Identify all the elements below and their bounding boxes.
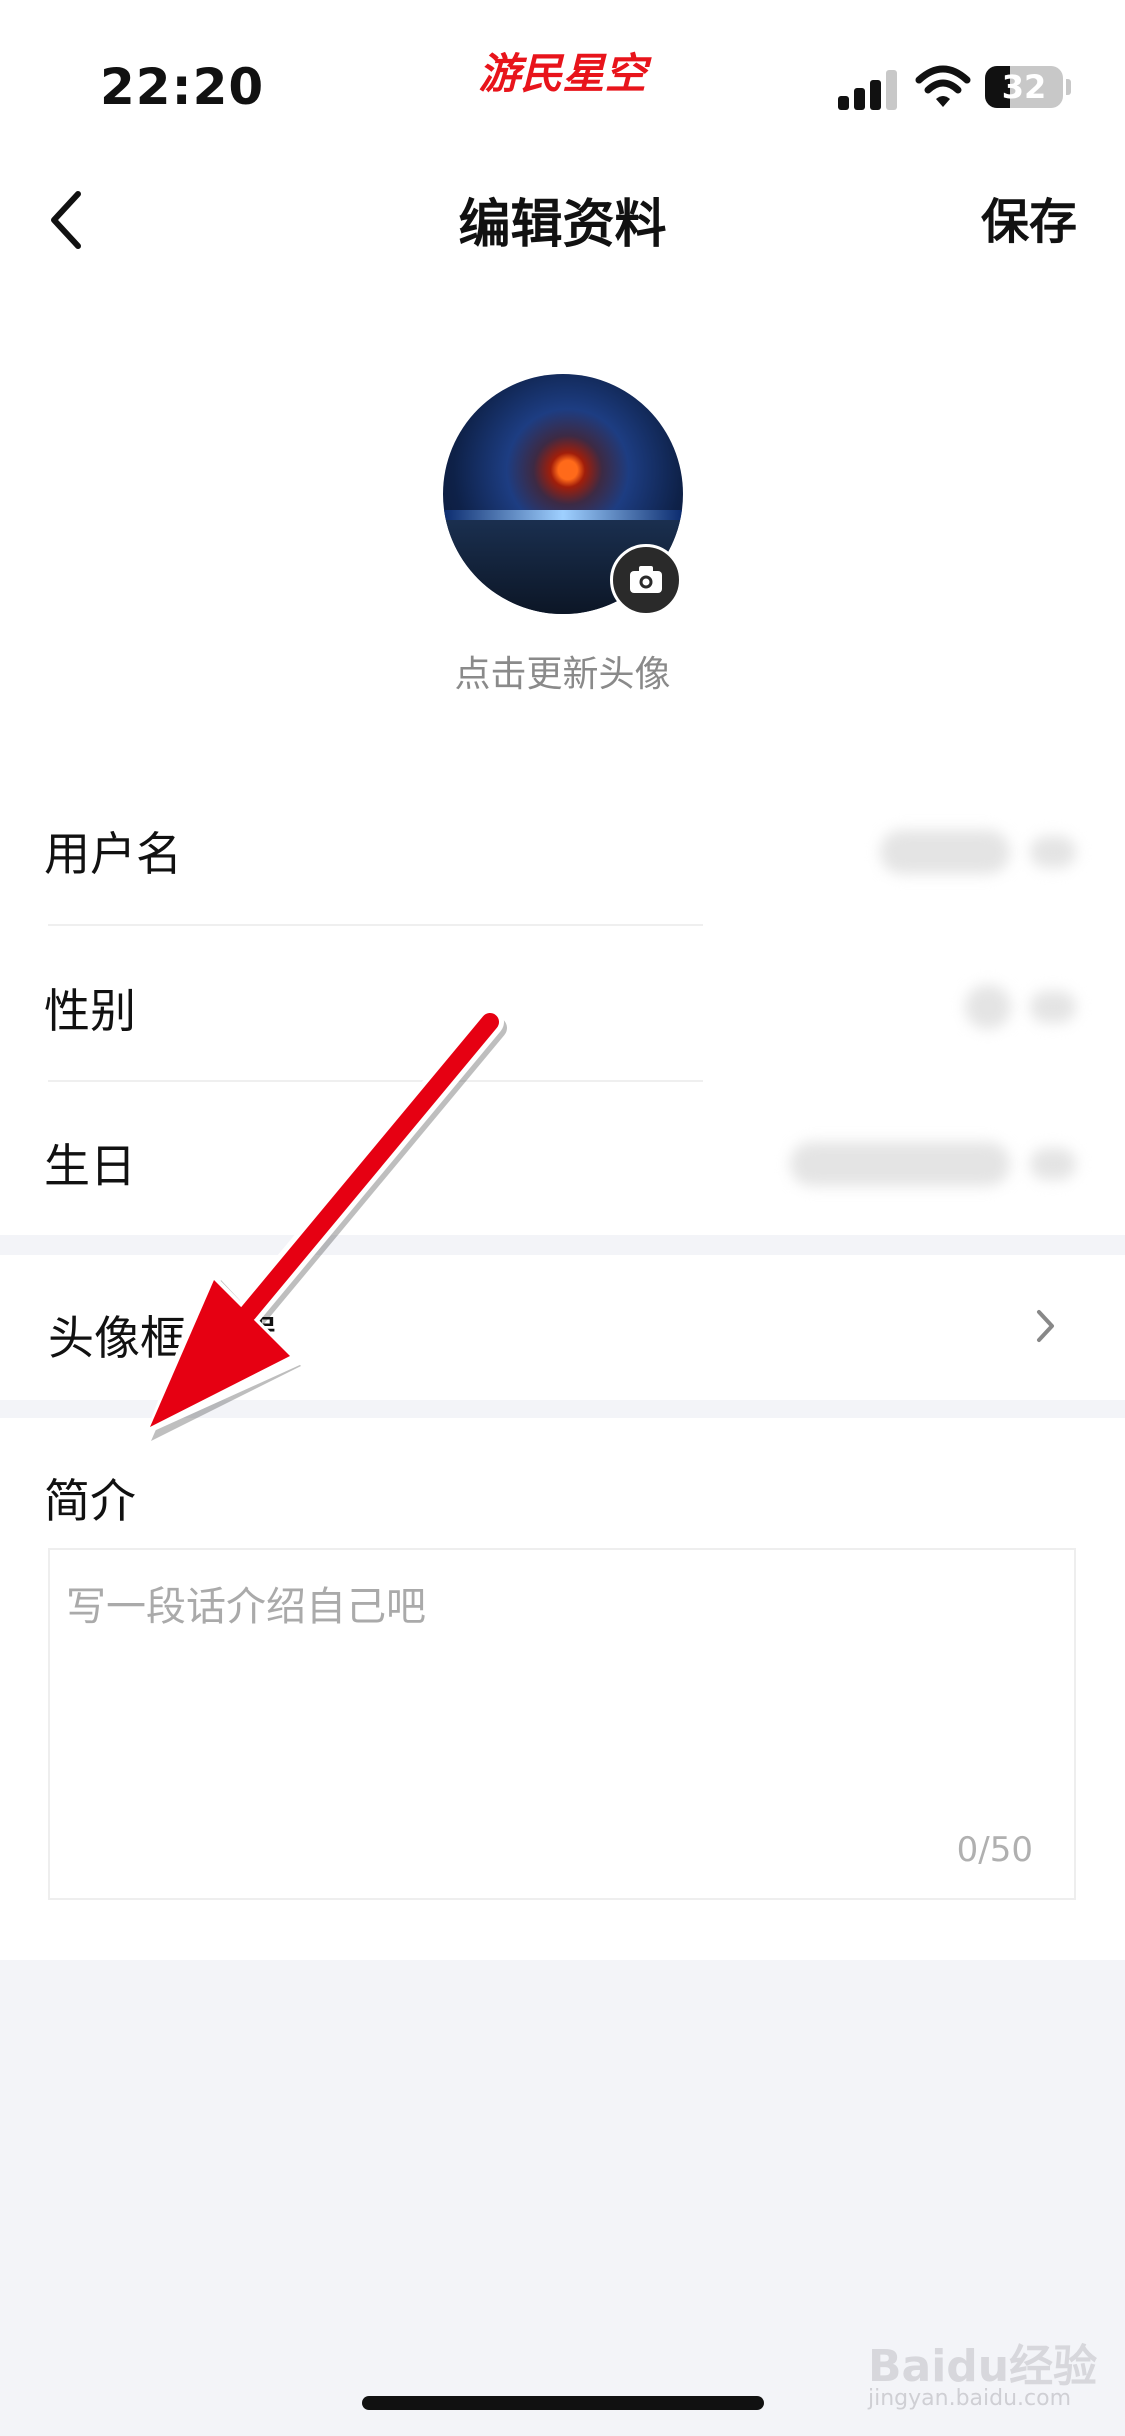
- wifi-icon: [915, 65, 971, 107]
- intro-input[interactable]: [48, 1548, 1076, 1900]
- intro-title: 简介: [44, 1474, 136, 1528]
- camera-icon[interactable]: [610, 544, 682, 616]
- cellular-signal-icon: [838, 70, 900, 110]
- divider: [48, 1080, 703, 1082]
- chevron-right-icon[interactable]: [1030, 1148, 1076, 1180]
- birthday-label[interactable]: 生日: [44, 1130, 136, 1196]
- watermark: Baidu经验: [868, 2341, 1098, 2392]
- char-counter: 0/50: [956, 1830, 1033, 1870]
- gender-value[interactable]: [965, 985, 1011, 1029]
- divider: [48, 924, 703, 926]
- avatar-caption[interactable]: 点击更新头像: [0, 645, 1125, 697]
- save-button[interactable]: 保存: [981, 182, 1077, 252]
- section-gap: [0, 1235, 1125, 1255]
- page-title: 编辑资料: [458, 195, 667, 255]
- battery-tip: [1066, 79, 1071, 95]
- watermark-url: jingyan.baidu.com: [868, 2386, 1072, 2411]
- battery-icon: 32: [985, 66, 1063, 108]
- username-value[interactable]: [880, 830, 1010, 874]
- chevron-right-icon[interactable]: [1030, 991, 1076, 1023]
- gender-label[interactable]: 性别: [44, 975, 136, 1041]
- home-indicator[interactable]: [362, 2396, 764, 2410]
- section-gap: [0, 1400, 1125, 1418]
- birthday-value[interactable]: [790, 1142, 1010, 1186]
- chevron-right-icon[interactable]: [1030, 836, 1076, 868]
- avatar-frame-setting[interactable]: 头像框设置: [48, 1302, 278, 1368]
- chevron-right-icon[interactable]: [1030, 1306, 1060, 1346]
- username-label[interactable]: 用户名: [44, 818, 182, 884]
- battery-level: 32: [1001, 68, 1047, 106]
